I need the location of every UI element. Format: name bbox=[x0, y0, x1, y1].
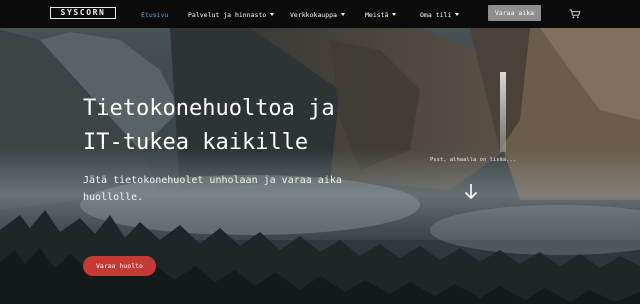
book-appointment-button[interactable]: Varaa aika bbox=[488, 5, 541, 21]
nav-item-label: Palvelut ja hinnasto bbox=[188, 11, 267, 19]
nav-item-label: Oma tili bbox=[420, 11, 452, 19]
hero-headline-line-2: IT-tukea kaikille bbox=[83, 130, 309, 155]
hero-subtext-line-2: huollolle. bbox=[83, 192, 144, 203]
book-service-button[interactable]: Varaa huolto bbox=[83, 256, 156, 276]
nav-item-meista[interactable]: Meistä bbox=[365, 9, 397, 21]
hero-headline: Tietokonehuoltoa ja IT-tukea kaikille bbox=[83, 92, 423, 160]
nav-item-oma-tili[interactable]: Oma tili bbox=[420, 9, 460, 21]
chevron-down-icon bbox=[455, 13, 460, 16]
top-navigation-bar: SYSCORN Etusivu Palvelut ja hinnasto Ver… bbox=[0, 0, 640, 28]
hero-subtext-line-1: Jätä tietokonehuolet unholaan ja varaa a… bbox=[83, 175, 342, 186]
brand-logo[interactable]: SYSCORN bbox=[50, 7, 116, 19]
cart-icon[interactable] bbox=[569, 9, 581, 19]
chevron-down-icon bbox=[340, 13, 345, 16]
nav-item-label: Etusivu bbox=[141, 11, 169, 19]
hero-subtext: Jätä tietokonehuolet unholaan ja varaa a… bbox=[83, 172, 353, 206]
nav-item-label: Meistä bbox=[365, 11, 389, 19]
nav-item-etusivu[interactable]: Etusivu bbox=[141, 9, 168, 21]
scroll-hint-text: Psst, alhaalla on lisää... bbox=[430, 157, 517, 163]
nav-item-label: Verkkokauppa bbox=[290, 11, 337, 19]
chevron-down-icon bbox=[270, 13, 275, 16]
nav-item-palvelut[interactable]: Palvelut ja hinnasto bbox=[188, 9, 275, 21]
brand-logo-text: SYSCORN bbox=[60, 8, 106, 17]
chevron-down-icon bbox=[392, 13, 397, 16]
arrow-down-icon[interactable] bbox=[464, 183, 478, 200]
nav-item-verkkokauppa[interactable]: Verkkokauppa bbox=[290, 9, 345, 21]
hero-headline-line-1: Tietokonehuoltoa ja bbox=[83, 96, 335, 121]
